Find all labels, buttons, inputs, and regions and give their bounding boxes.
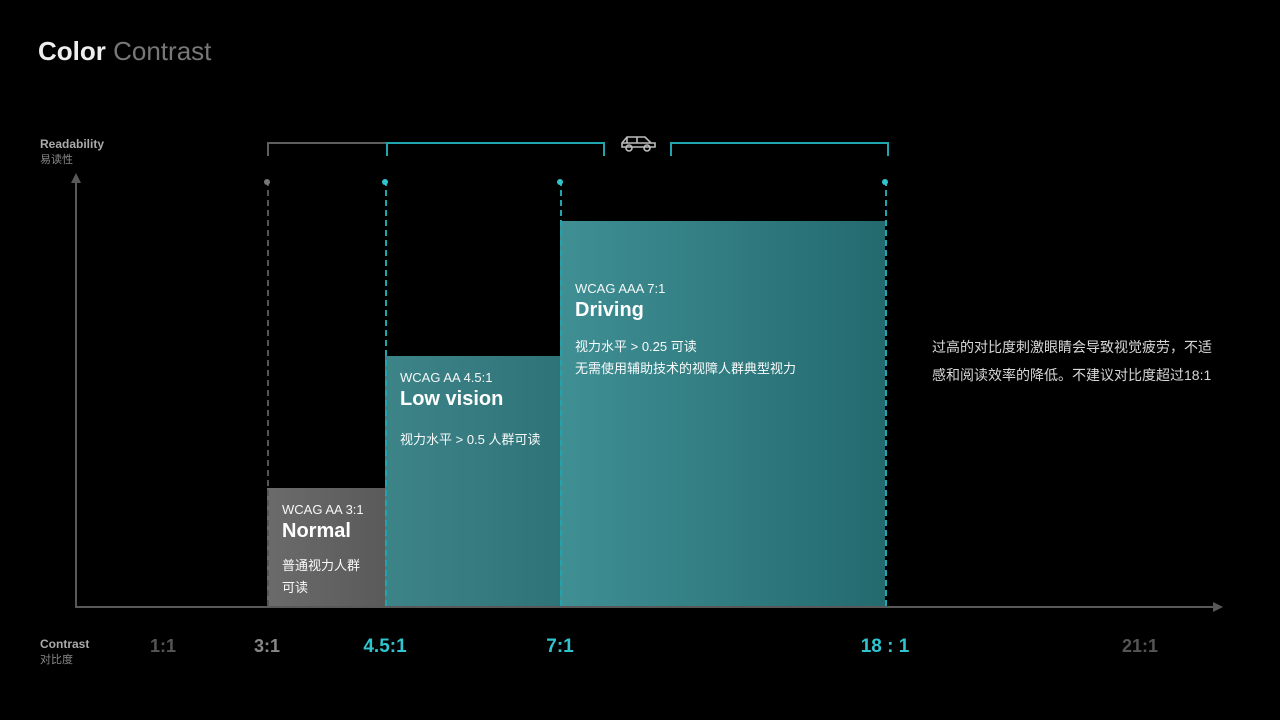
y-axis-label-en: Readability — [40, 136, 104, 153]
x-axis-label: Contrast 对比度 — [40, 636, 89, 668]
dot-7 — [557, 179, 563, 185]
bar-drive-title: Driving — [575, 299, 870, 322]
bar-drive-desc1: 视力水平 > 0.25 可读 — [575, 336, 870, 358]
car-icon — [618, 132, 658, 159]
y-axis-label-cn: 易读性 — [40, 153, 104, 168]
y-axis-label: Readability 易读性 — [40, 136, 104, 168]
bar-drive-desc2: 无需使用辅助技术的视障人群典型视力 — [575, 358, 870, 380]
x-axis — [75, 606, 1221, 608]
tick-1: 1:1 — [150, 636, 176, 657]
title-bold: Color — [38, 36, 106, 66]
bar-low-vision: WCAG AA 4.5:1 Low vision 视力水平 > 0.5 人群可读 — [385, 356, 560, 606]
bracket-left — [386, 142, 605, 156]
bar-low-header: WCAG AA 4.5:1 — [400, 370, 545, 385]
page-title: Color Contrast — [38, 36, 211, 67]
tick-7: 7:1 — [546, 636, 573, 658]
dash-3 — [267, 180, 269, 606]
tick-3: 3:1 — [254, 636, 280, 657]
bracket-right — [670, 142, 889, 156]
dot-18 — [882, 179, 888, 185]
y-axis — [75, 175, 77, 607]
dash-7 — [560, 180, 562, 606]
side-note: 过高的对比度刺激眼睛会导致视觉疲劳，不适感和阅读效率的降低。不建议对比度超过18… — [932, 333, 1222, 389]
bar-drive-header: WCAG AAA 7:1 — [575, 281, 870, 296]
bracket-normal — [267, 142, 388, 156]
dot-4-5 — [382, 179, 388, 185]
tick-18: 18 : 1 — [861, 636, 910, 658]
bar-normal-title: Normal — [282, 520, 370, 543]
dash-4-5 — [385, 180, 387, 606]
slide: Color Contrast Readability 易读性 Contrast … — [0, 0, 1280, 720]
bar-normal: WCAG AA 3:1 Normal 普通视力人群可读 — [267, 488, 385, 606]
title-light: Contrast — [106, 36, 212, 66]
bar-normal-desc: 普通视力人群可读 — [282, 555, 370, 599]
bar-low-desc: 视力水平 > 0.5 人群可读 — [400, 429, 545, 451]
tick-21: 21:1 — [1122, 636, 1158, 657]
tick-4-5: 4.5:1 — [363, 636, 406, 658]
bar-normal-header: WCAG AA 3:1 — [282, 502, 370, 517]
bar-low-title: Low vision — [400, 388, 545, 411]
dot-3 — [264, 179, 270, 185]
x-axis-label-en: Contrast — [40, 636, 89, 653]
x-axis-label-cn: 对比度 — [40, 653, 89, 668]
dash-18 — [885, 180, 887, 606]
bar-driving: WCAG AAA 7:1 Driving 视力水平 > 0.25 可读 无需使用… — [560, 221, 885, 606]
